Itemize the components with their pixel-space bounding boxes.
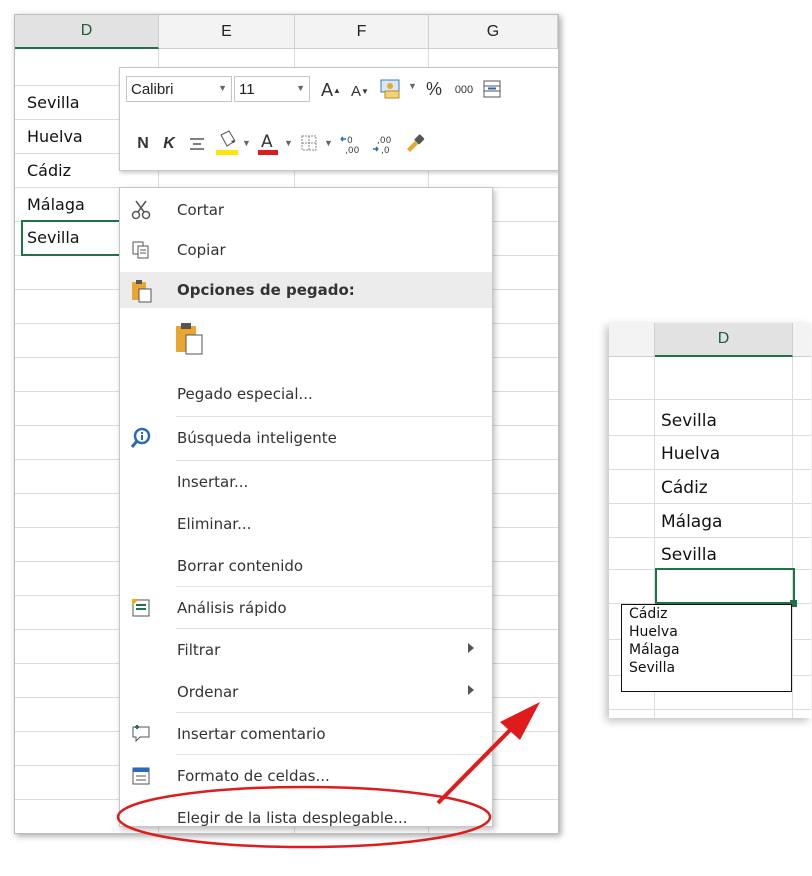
highlight-ellipse <box>116 785 492 849</box>
arrow-shaft <box>436 718 522 805</box>
annotation-overlay <box>116 702 540 849</box>
